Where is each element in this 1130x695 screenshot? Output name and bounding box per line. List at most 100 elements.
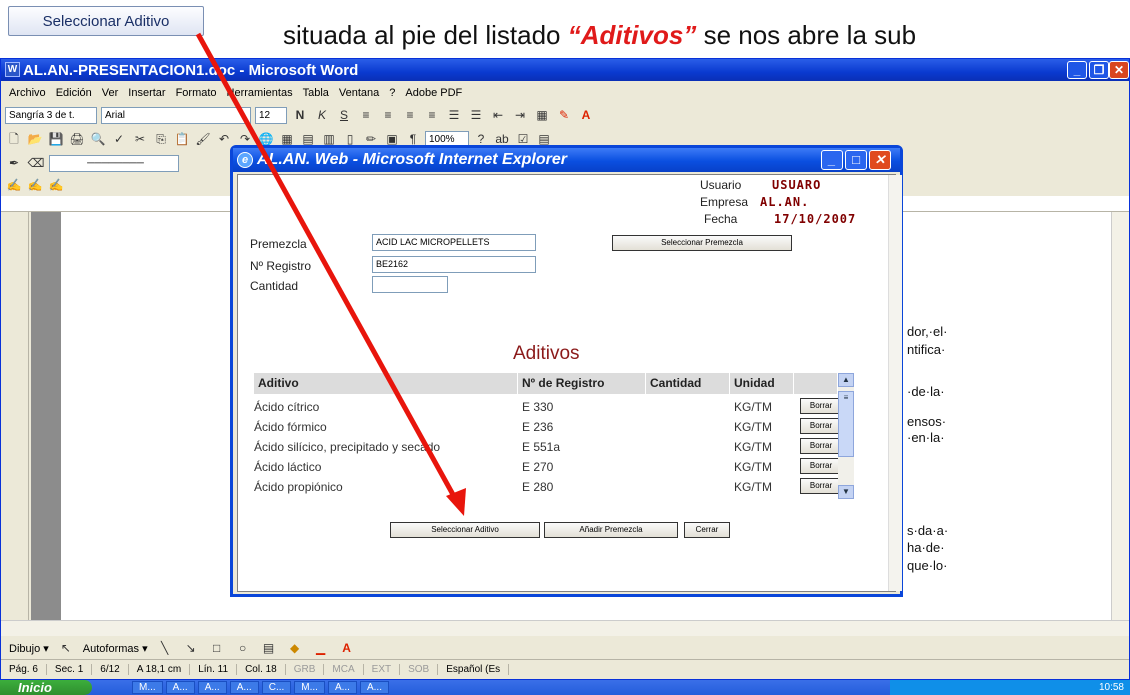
review-icon-2[interactable]: ✍ [26,176,44,194]
ie-app-icon: e [237,152,253,168]
seleccionar-aditivo-button[interactable]: Seleccionar Aditivo [390,522,540,538]
menu-ventana[interactable]: Ventana [339,87,379,99]
cantidad-field[interactable] [372,276,448,293]
taskbar-item[interactable]: M... [132,681,163,694]
drawing-font-color-icon[interactable]: A [338,639,356,657]
minimize-icon[interactable]: _ [1067,61,1087,79]
spelling-icon[interactable]: ✓ [110,130,128,148]
table-row: Ácido propiónico E 280 KG/TM Borrar [254,477,854,497]
preview-icon[interactable]: 🔍 [89,130,107,148]
scroll-thumb[interactable]: ≡ [838,391,854,457]
fecha-label: Fecha [704,212,738,226]
menu-help[interactable]: ? [389,87,395,99]
row-aditivo: Ácido propiónico [254,480,343,494]
font-color-icon[interactable]: A [577,106,595,124]
taskbar-item[interactable]: A... [165,681,195,694]
indent-icon[interactable]: ⇤ [489,106,507,124]
pen-icon[interactable]: ✒ [5,154,23,172]
italic-icon[interactable]: K [313,106,331,124]
status-at: A 18,1 cm [129,664,191,675]
autoformas-menu[interactable]: Autoformas ▾ [83,642,148,655]
border-icon[interactable]: ▦ [533,106,551,124]
taskbar-item[interactable]: A... [359,681,389,694]
close-icon[interactable]: ✕ [1109,61,1129,79]
menu-insertar[interactable]: Insertar [128,87,165,99]
taskbar-item[interactable]: A... [197,681,227,694]
status-col: Col. 18 [237,664,286,675]
maximize-icon[interactable]: ❐ [1089,61,1109,79]
oval-icon[interactable]: ○ [234,639,252,657]
word-horizontal-scrollbar[interactable] [1,620,1129,636]
menu-edicion[interactable]: Edición [56,87,92,99]
row-registro: E 330 [522,400,554,414]
bold-icon[interactable]: N [291,106,309,124]
premezcla-field[interactable]: ACID LAC MICROPELLETS [372,234,536,251]
ie-maximize-icon[interactable]: □ [845,150,867,170]
review-icon-1[interactable]: ✍ [5,176,23,194]
save-icon[interactable]: 💾 [47,130,65,148]
format-painter-icon[interactable]: 🖌 [194,130,212,148]
open-icon[interactable]: 📂 [26,130,44,148]
borrar-button[interactable]: Borrar [800,398,842,414]
copy-icon[interactable]: ⎘ [152,130,170,148]
paste-icon[interactable]: 📋 [173,130,191,148]
rectangle-icon[interactable]: □ [208,639,226,657]
anadir-premezcla-button[interactable]: Añadir Premezcla [544,522,678,538]
status-line: Lín. 11 [190,664,238,675]
new-icon[interactable]: 🗋 [5,130,23,148]
borrar-button[interactable]: Borrar [800,418,842,434]
menu-tabla[interactable]: Tabla [303,87,329,99]
scroll-down-icon[interactable]: ▼ [838,485,854,499]
justify-icon[interactable]: ≡ [423,106,441,124]
arrow-icon[interactable]: ↘ [182,639,200,657]
status-section: Sec. 1 [47,664,93,675]
fill-color-icon[interactable]: ◆ [286,639,304,657]
review-icon-3[interactable]: ✍ [47,176,65,194]
taskbar-item[interactable]: M... [294,681,325,694]
row-aditivo: Ácido silícico, precipitado y secado [254,440,441,454]
menu-formato[interactable]: Formato [176,87,217,99]
borrar-button[interactable]: Borrar [800,438,842,454]
menu-adobe-pdf[interactable]: Adobe PDF [405,87,462,99]
font-size-combo[interactable]: 12 [255,106,287,124]
taskbar-item[interactable]: C... [261,681,292,694]
undo-icon[interactable]: ↶ [215,130,233,148]
font-combo[interactable]: Arial [101,106,251,124]
menu-ver[interactable]: Ver [102,87,119,99]
line-style-combo[interactable]: ──────── [49,154,179,172]
seleccionar-premezcla-button[interactable]: Seleccionar Premezcla [612,235,792,251]
word-vertical-scrollbar[interactable] [1111,212,1129,620]
ie-minimize-icon[interactable]: _ [821,150,843,170]
bullets-icon[interactable]: ☰ [467,106,485,124]
line-color-icon[interactable]: ▁ [312,639,330,657]
borrar-button[interactable]: Borrar [800,458,842,474]
scroll-up-icon[interactable]: ▲ [838,373,854,387]
underline-icon[interactable]: S [335,106,353,124]
menu-archivo[interactable]: Archivo [9,87,46,99]
table-scrollbar[interactable]: ▲ ≡ ▼ [838,373,854,499]
line-icon[interactable]: ╲ [156,639,174,657]
print-icon[interactable]: 🖨 [68,130,86,148]
numbering-icon[interactable]: ☰ [445,106,463,124]
registro-field[interactable]: BE2162 [372,256,536,273]
align-right-icon[interactable]: ≡ [401,106,419,124]
taskbar-item[interactable]: A... [327,681,357,694]
menu-herramientas[interactable]: Herramientas [227,87,293,99]
cut-icon[interactable]: ✂ [131,130,149,148]
start-button[interactable]: Inicio [0,680,92,695]
textbox-icon[interactable]: ▤ [260,639,278,657]
align-center-icon[interactable]: ≡ [379,106,397,124]
highlight-icon[interactable]: ✎ [555,106,573,124]
dibujo-menu[interactable]: Dibujo ▾ [9,642,49,655]
select-arrow-icon[interactable]: ↖ [57,639,75,657]
eraser-icon[interactable]: ⌫ [27,154,45,172]
ie-close-icon[interactable]: ✕ [869,150,891,170]
style-combo[interactable]: Sangría 3 de t. [5,106,97,124]
outdent-icon[interactable]: ⇥ [511,106,529,124]
taskbar-item[interactable]: A... [229,681,259,694]
ie-vertical-scrollbar[interactable] [888,175,902,591]
borrar-button[interactable]: Borrar [800,478,842,494]
aditivos-table: Aditivo Nº de Registro Cantidad Unidad Á… [254,373,842,499]
align-left-icon[interactable]: ≡ [357,106,375,124]
cerrar-button[interactable]: Cerrar [684,522,730,538]
